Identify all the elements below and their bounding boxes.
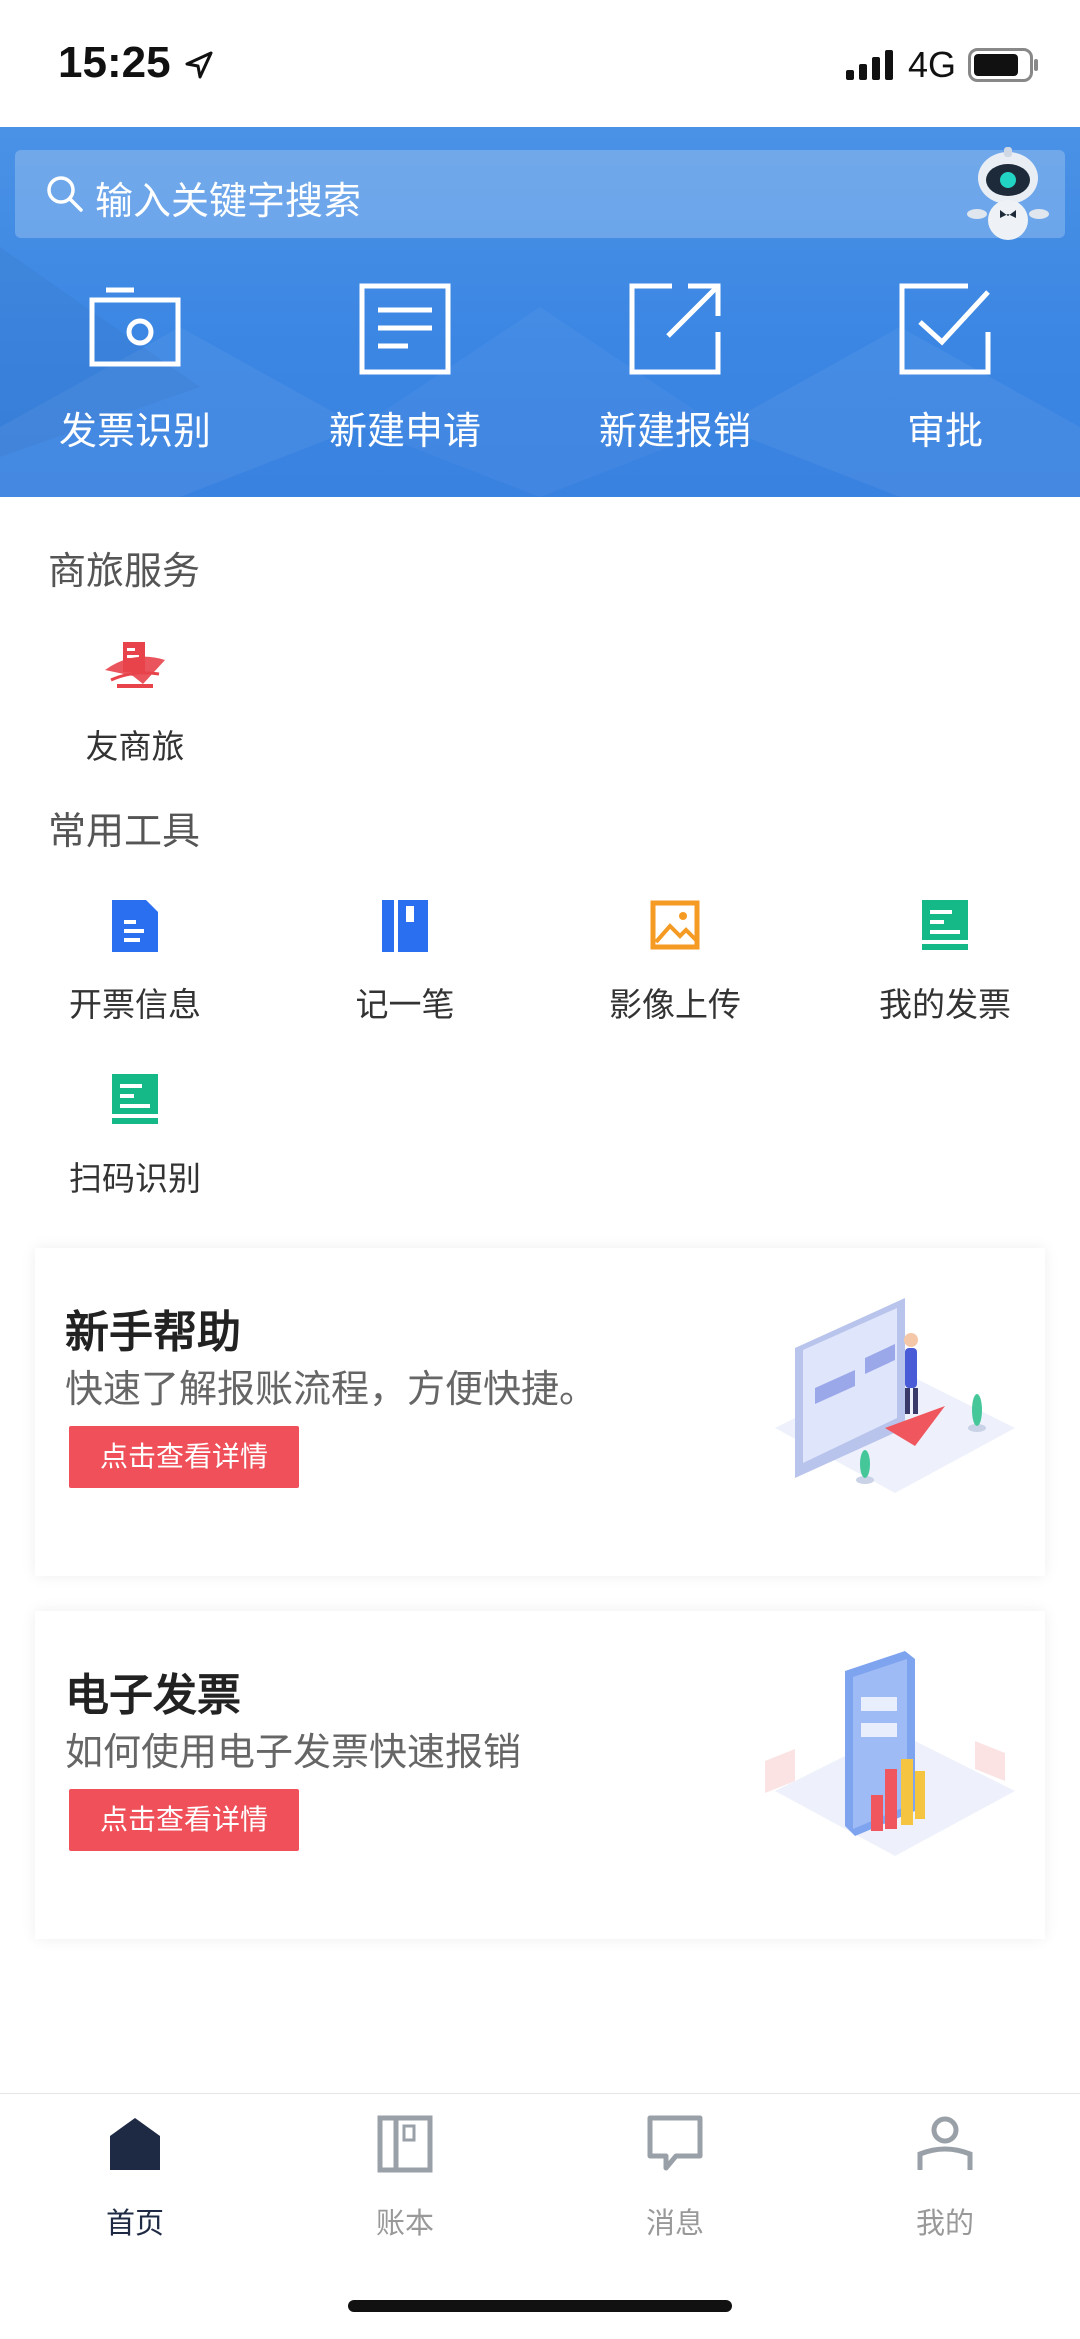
location-arrow-icon [185,51,213,79]
external-link-icon [629,283,721,375]
quick-action-label: 发票识别 [58,409,211,453]
card-title: 新手帮助 [65,1307,241,1358]
signal-icon [846,50,893,80]
network-type: 4G [908,44,957,85]
section-title-travel: 商旅服务 [48,549,201,593]
battery-icon [968,48,1038,82]
nav-label: 账本 [375,2206,434,2240]
e-invoice-illustration [765,1651,1015,1856]
header-panel: 输入关键字搜索 发票识别 新建申请 新建报销 审批 [0,127,1080,497]
nav-ledger[interactable]: 账本 [270,2094,540,2254]
help-card-e-invoice[interactable]: 电子发票 如何使用电子发票快速报销 点击查看详情 [35,1611,1045,1939]
nav-home[interactable]: 首页 [0,2094,270,2254]
profile-icon [917,2116,973,2170]
tool-label: 影像上传 [609,985,741,1024]
quick-action-invoice-recognition[interactable]: 发票识别 [0,282,270,462]
search-icon [47,176,83,212]
quick-action-label: 新建报销 [598,409,751,453]
ledger-icon [377,2115,433,2173]
notebook-icon [382,900,428,952]
message-icon [647,2115,703,2171]
card-title: 电子发票 [65,1670,241,1721]
invoice-info-icon [112,900,158,952]
search-input[interactable]: 输入关键字搜索 [95,170,361,225]
document-icon [359,283,451,375]
search-bar[interactable]: 输入关键字搜索 [15,147,1065,240]
nav-profile[interactable]: 我的 [810,2094,1080,2254]
travel-logo-icon [105,642,165,688]
robot-assistant-icon[interactable] [965,144,1051,244]
card-description: 快速了解报账流程，方便快捷。 [65,1367,598,1411]
help-card-beginner[interactable]: 新手帮助 快速了解报账流程，方便快捷。 点击查看详情 [35,1248,1045,1576]
checkbox-icon [899,283,991,375]
card-description: 如何使用电子发票快速报销 [65,1730,522,1774]
my-invoice-icon [922,900,968,950]
tool-image-upload[interactable]: 影像上传 [540,898,810,1048]
quick-action-approval[interactable]: 审批 [810,282,1080,462]
status-bar: 15:25 4G [0,0,1080,127]
tool-label: 开票信息 [69,985,201,1024]
home-icon [110,2118,160,2170]
quick-action-label: 新建申请 [328,409,481,453]
nav-label: 我的 [915,2206,974,2240]
tool-quick-note[interactable]: 记一笔 [270,898,540,1048]
tool-label: 扫码识别 [69,1159,201,1198]
view-details-button[interactable]: 点击查看详情 [69,1426,299,1488]
view-details-button[interactable]: 点击查看详情 [69,1789,299,1851]
help-illustration [775,1298,1015,1493]
nav-label: 首页 [105,2206,164,2240]
quick-action-new-reimbursement[interactable]: 新建报销 [540,282,810,462]
tool-label: 友商旅 [85,727,185,766]
tool-my-invoices[interactable]: 我的发票 [810,898,1080,1048]
nav-label: 消息 [645,2206,704,2240]
tool-invoice-info[interactable]: 开票信息 [0,898,270,1048]
scan-code-icon [112,1074,158,1124]
tool-youshanglv[interactable]: 友商旅 [0,640,270,790]
tool-label: 我的发票 [879,985,1011,1024]
section-title-tools: 常用工具 [48,809,201,853]
tool-scan-code[interactable]: 扫码识别 [0,1072,270,1222]
image-upload-icon [650,900,700,950]
quick-actions: 发票识别 新建申请 新建报销 审批 [0,282,1080,462]
status-time: 15:25 [58,38,171,87]
quick-action-new-application[interactable]: 新建申请 [270,282,540,462]
camera-icon [89,287,181,367]
home-indicator[interactable] [348,2300,732,2312]
tool-label: 记一笔 [355,985,455,1024]
nav-messages[interactable]: 消息 [540,2094,810,2254]
quick-action-label: 审批 [906,409,983,453]
